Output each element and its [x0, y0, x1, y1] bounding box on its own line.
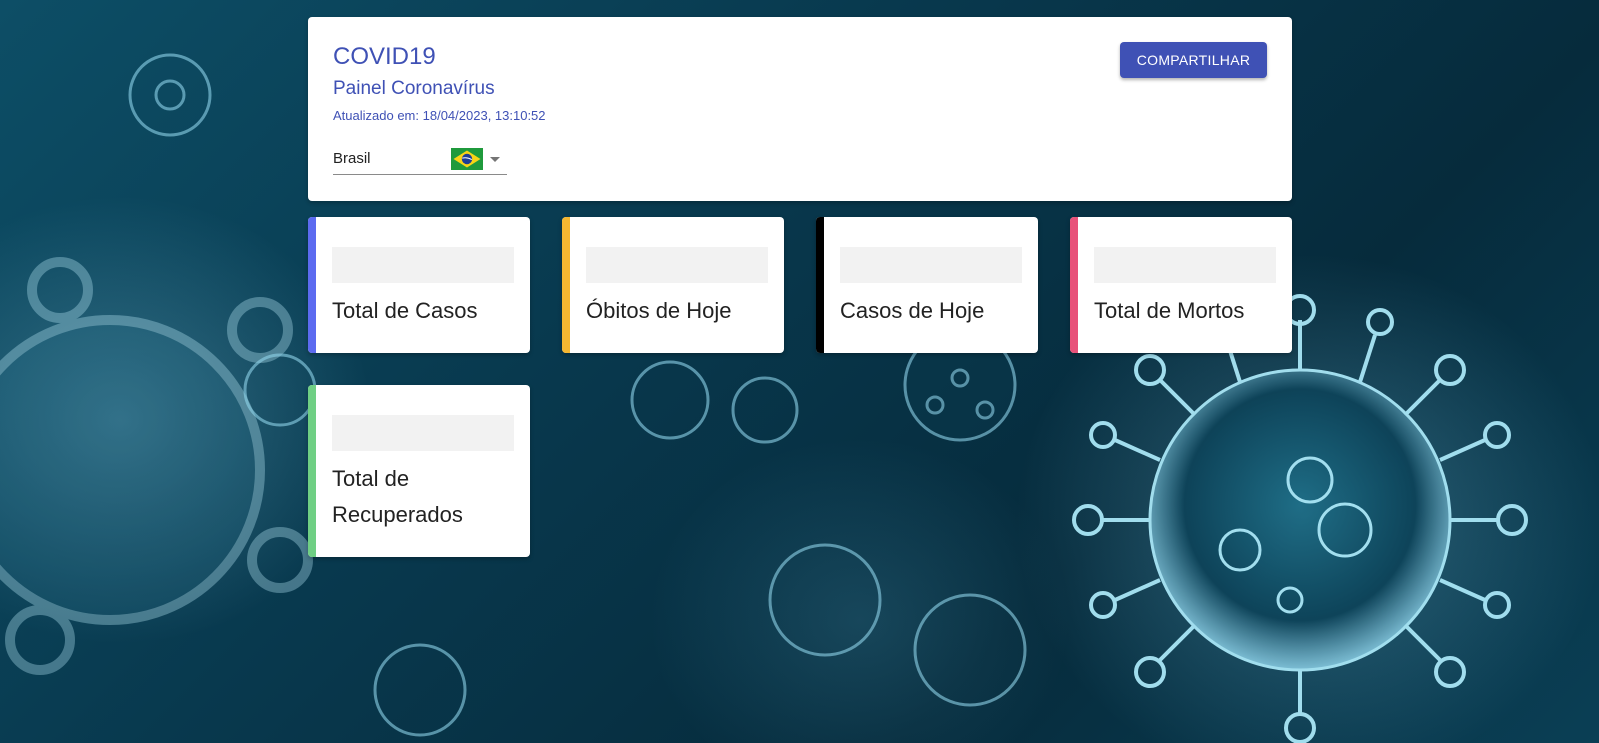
dashboard-header-card: COVID19 Painel Coronavírus Atualizado em… — [308, 17, 1292, 201]
card-accent-bar — [562, 217, 570, 353]
stat-card-total-recovered: Total de Recuperados — [308, 385, 530, 557]
brazil-flag-icon — [451, 148, 483, 170]
value-loading-placeholder — [332, 415, 514, 451]
last-updated: Atualizado em: 18/04/2023, 13:10:52 — [333, 108, 546, 124]
stat-card-total-cases: Total de Casos — [308, 217, 530, 353]
stat-card-deaths-today: Óbitos de Hoje — [562, 217, 784, 353]
country-select[interactable]: Brasil — [333, 144, 507, 175]
last-updated-label: Atualizado em: — [333, 108, 419, 123]
card-accent-bar — [1070, 217, 1078, 353]
share-button[interactable]: COMPARTILHAR — [1120, 42, 1267, 78]
value-loading-placeholder — [332, 247, 514, 283]
stat-label: Casos de Hoje — [840, 298, 985, 323]
country-select-value: Brasil — [333, 150, 371, 167]
stat-label: Total de Mortos — [1094, 298, 1245, 323]
value-loading-placeholder — [840, 247, 1022, 283]
card-accent-bar — [816, 217, 824, 353]
app-title: COVID19 — [333, 43, 436, 70]
stat-label: Total de Recuperados — [332, 466, 463, 527]
stat-label: Óbitos de Hoje — [586, 298, 732, 323]
stat-label: Total de Casos — [332, 298, 478, 323]
card-accent-bar — [308, 217, 316, 353]
last-updated-value: 18/04/2023, 13:10:52 — [422, 108, 546, 123]
app-subtitle: Painel Coronavírus — [333, 78, 495, 99]
value-loading-placeholder — [1094, 247, 1276, 283]
chevron-down-icon — [490, 157, 500, 162]
stat-card-cases-today: Casos de Hoje — [816, 217, 1038, 353]
stat-card-total-deaths: Total de Mortos — [1070, 217, 1292, 353]
card-accent-bar — [308, 385, 316, 557]
value-loading-placeholder — [586, 247, 768, 283]
